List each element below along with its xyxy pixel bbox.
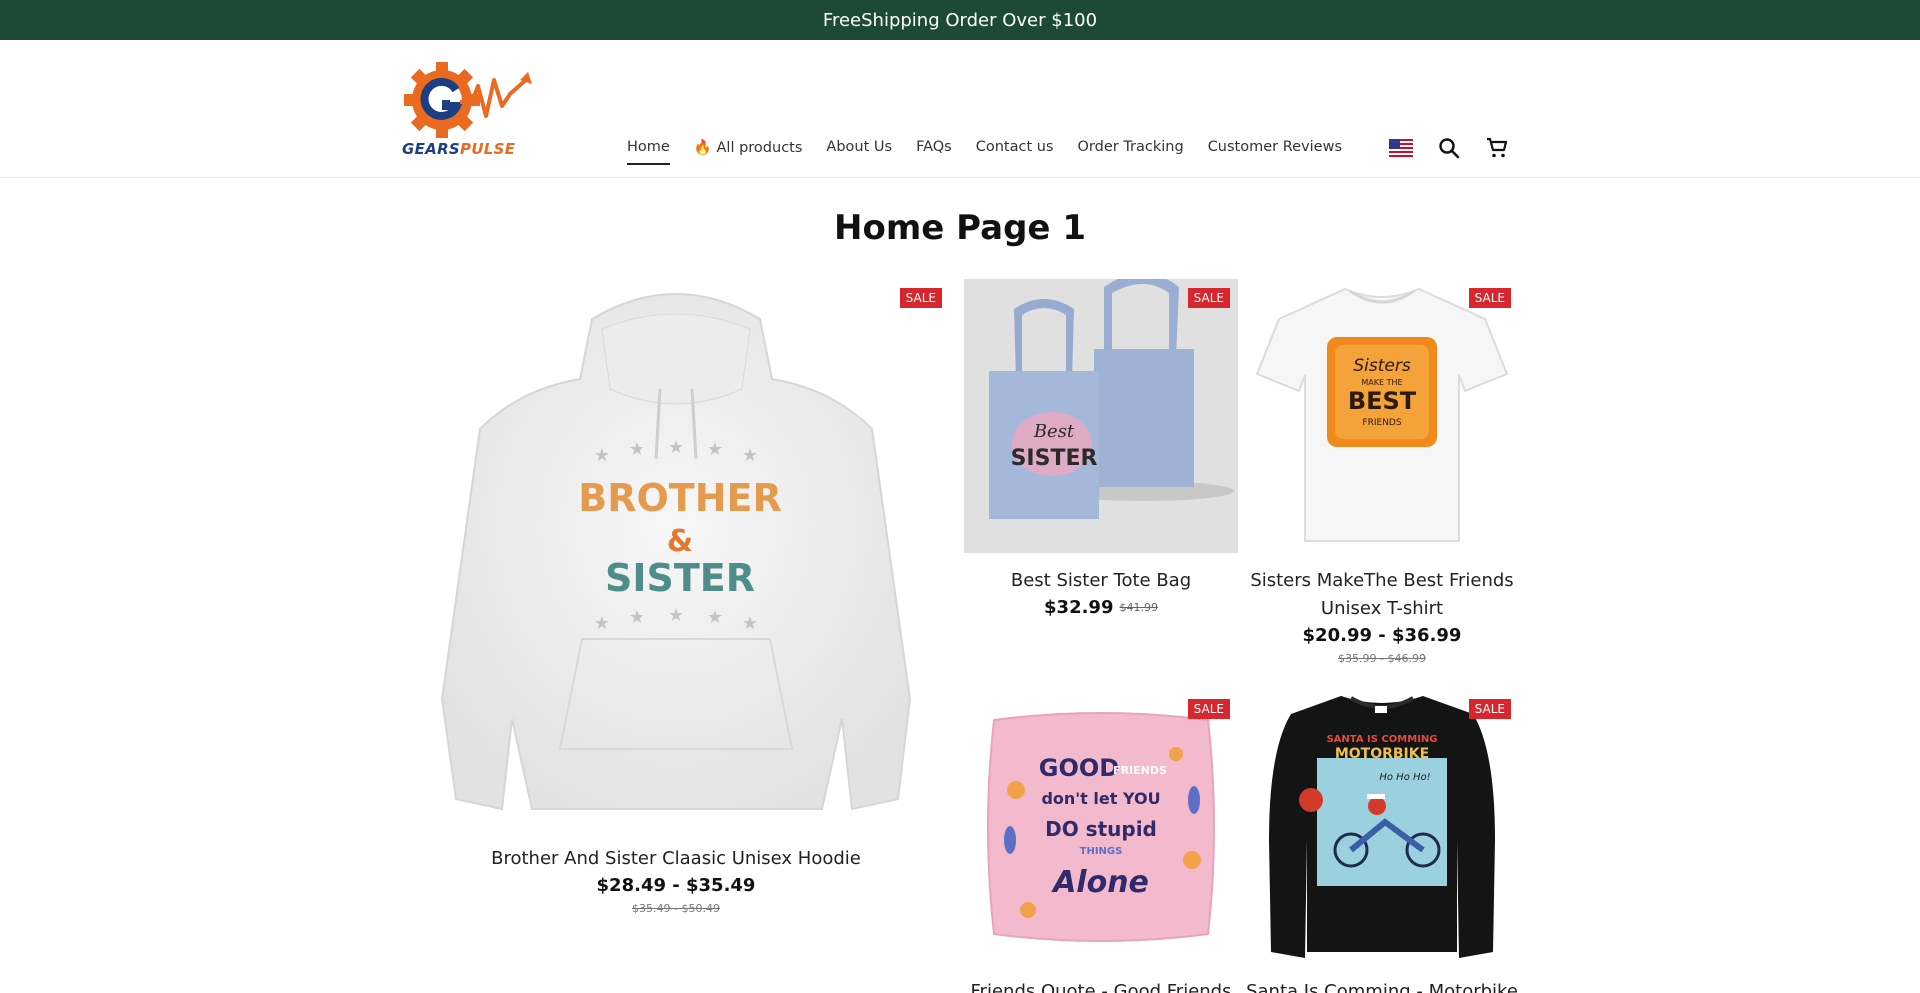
nav-contact-us[interactable]: Contact us (976, 139, 1054, 156)
product-card[interactable]: Sisters MAKE THE BEST FRIENDS SALE Siste… (1245, 279, 1519, 665)
sale-badge: SALE (1187, 699, 1230, 719)
product-price: $32.99 $41.99 (964, 597, 1238, 618)
product-title[interactable]: Friends Quote - Good Friends (964, 978, 1238, 993)
brand-logo[interactable]: GEARSPULSE (402, 58, 532, 160)
tote-art-line-1: Best (1033, 421, 1075, 442)
tshirt-art-line-1: Sisters (1353, 356, 1410, 376)
announcement-text: FreeShipping Order Over $100 (822, 9, 1098, 31)
svg-text:★: ★ (742, 613, 758, 634)
main-nav: Home 🔥 All products About Us FAQs Contac… (627, 139, 1342, 165)
header-actions (1388, 135, 1510, 161)
page-title: Home Page 1 (834, 208, 1086, 248)
product-title[interactable]: Best Sister Tote Bag (964, 567, 1238, 595)
announcement-bar: FreeShipping Order Over $100 (0, 0, 1920, 40)
cart-icon[interactable] (1484, 135, 1510, 161)
svg-text:★: ★ (668, 605, 684, 626)
tshirt-art-line-4: FRIENDS (1362, 418, 1401, 428)
product-image[interactable]: SANTA IS COMMING MOTORBIKE Ho Ho Ho! SAL… (1245, 690, 1519, 964)
nav-order-tracking[interactable]: Order Tracking (1078, 139, 1184, 156)
gear-logo-icon (404, 62, 532, 138)
tshirt-art-line-2: MAKE THE (1361, 378, 1402, 387)
tote-art-line-2: SISTER (1011, 446, 1098, 471)
sale-badge: SALE (899, 288, 942, 308)
product-price: $20.99 - $36.99 (1302, 625, 1462, 646)
svg-text:★: ★ (594, 445, 610, 466)
svg-text:★: ★ (707, 607, 723, 628)
brand-logo-text: GEARSPULSE (402, 140, 516, 158)
sale-badge: SALE (1468, 288, 1511, 308)
svg-text:★: ★ (707, 439, 723, 460)
tshirt-art-line-3: BEST (1348, 387, 1417, 415)
sale-badge: SALE (1187, 288, 1230, 308)
pillow-art-line-6: Alone (1051, 865, 1149, 900)
product-card[interactable]: Best SISTER SALE Best Sister Tote Bag $3… (964, 279, 1238, 618)
product-image[interactable]: ★ ★ ★ ★ ★ ★ ★ ★ ★ ★ BROTHER & SISTER SALE (402, 279, 950, 839)
product-title[interactable]: Santa Is Comming - Motorbike (1245, 978, 1519, 993)
hoodie-art-line-2: & (667, 524, 693, 559)
product-card[interactable]: ★ ★ ★ ★ ★ ★ ★ ★ ★ ★ BROTHER & SISTER SALE Brot… (402, 279, 950, 915)
pillow-art-line-2: FRIENDS (1113, 764, 1167, 777)
hoodie-art-line-3: SISTER (605, 556, 755, 600)
product-title[interactable]: Brother And Sister Claasic Unisex Hoodie (402, 845, 950, 873)
pillow-art-line-1: GOOD (1039, 754, 1119, 782)
pillow-art-line-4: DO stupid (1045, 817, 1157, 841)
sweatshirt-art-line-1: SANTA IS COMMING (1326, 734, 1437, 745)
svg-text:★: ★ (629, 607, 645, 628)
sweatshirt-image: SANTA IS COMMING MOTORBIKE Ho Ho Ho! (1269, 696, 1495, 958)
product-image[interactable]: Sisters MAKE THE BEST FRIENDS SALE (1245, 279, 1519, 553)
svg-text:★: ★ (668, 437, 684, 458)
nav-customer-reviews[interactable]: Customer Reviews (1208, 139, 1342, 156)
nav-faqs[interactable]: FAQs (916, 139, 952, 156)
tshirt-image: Sisters MAKE THE BEST FRIENDS (1255, 287, 1509, 542)
site-header: GEARSPULSE Home 🔥 All products About Us … (0, 40, 1920, 178)
pillow-art-line-5: THINGS (1080, 846, 1123, 857)
product-card[interactable]: SANTA IS COMMING MOTORBIKE Ho Ho Ho! SAL… (1245, 690, 1519, 993)
sale-badge: SALE (1468, 699, 1511, 719)
search-icon[interactable] (1436, 135, 1462, 161)
product-price: $28.49 - $35.49 (596, 875, 756, 896)
product-compare-price: $41.99 (1119, 601, 1158, 614)
product-card[interactable]: GOOD FRIENDS don't let YOU DO stupid THI… (964, 690, 1238, 993)
product-image[interactable]: Best SISTER SALE (964, 279, 1238, 553)
us-flag-icon[interactable] (1388, 135, 1414, 161)
pillow-art-line-3: don't let YOU (1041, 789, 1160, 808)
pillow-image: GOOD FRIENDS don't let YOU DO stupid THI… (987, 712, 1215, 942)
svg-text:★: ★ (629, 439, 645, 460)
svg-text:★: ★ (594, 613, 610, 634)
product-compare-price: $35.49 - $50.49 (632, 902, 720, 915)
product-compare-price: $35.99 - $46.99 (1338, 652, 1426, 665)
product-title[interactable]: Sisters MakeThe Best Friends Unisex T-sh… (1245, 567, 1519, 623)
product-price-current: $32.99 (1044, 597, 1114, 618)
nav-home[interactable]: Home (627, 139, 670, 165)
sweatshirt-art-line-3: Ho Ho Ho! (1379, 772, 1430, 783)
tote-bag-image: Best SISTER (964, 279, 1238, 553)
sweatshirt-art-line-2: MOTORBIKE (1335, 746, 1429, 762)
svg-text:★: ★ (742, 445, 758, 466)
hoodie-image: ★ ★ ★ ★ ★ ★ ★ ★ ★ ★ BROTHER & SISTER (440, 293, 912, 811)
hoodie-art-line-1: BROTHER (578, 476, 781, 520)
nav-about-us[interactable]: About Us (826, 139, 892, 156)
product-image[interactable]: GOOD FRIENDS don't let YOU DO stupid THI… (964, 690, 1238, 964)
nav-all-products[interactable]: 🔥 All products (694, 139, 803, 156)
